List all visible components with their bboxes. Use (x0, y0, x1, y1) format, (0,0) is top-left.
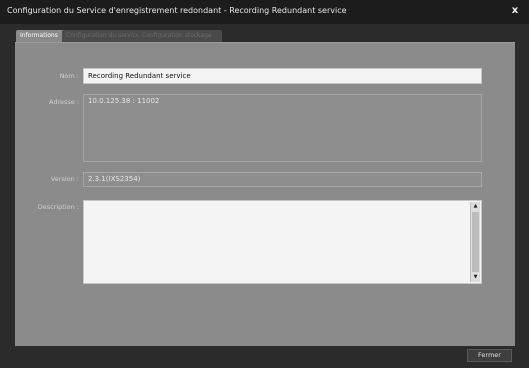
description-scrollbar[interactable]: ▲ ▼ (470, 202, 480, 282)
tab-configuration-service[interactable]: Configuration du service (62, 30, 142, 42)
tab-bar: Informations Configuration du service Co… (16, 30, 316, 42)
tab-configuration-stockage[interactable]: Configuration stockage (138, 30, 222, 42)
description-textarea[interactable]: ▲ ▼ (83, 200, 482, 284)
adresse-label: Adresse : (48, 98, 79, 106)
tab-informations[interactable]: Informations (16, 30, 66, 42)
scroll-thumb[interactable] (472, 212, 479, 272)
scroll-down-icon[interactable]: ▼ (471, 273, 480, 282)
fermer-button[interactable]: Fermer (467, 349, 512, 362)
nom-label: Nom : (59, 72, 79, 80)
informations-panel (15, 42, 515, 346)
close-icon[interactable]: x (509, 5, 521, 17)
version-label: Version : (50, 175, 79, 183)
dialog-window: Configuration du Service d'enregistremen… (0, 0, 529, 368)
title-bar[interactable]: Configuration du Service d'enregistremen… (0, 0, 529, 24)
nom-input[interactable]: Recording Redundant service (83, 68, 482, 84)
adresse-field: 10.0.125.38 : 11002 (83, 94, 482, 162)
description-label: Description : (37, 203, 79, 211)
version-field: 2.3.1(IXS2354) (83, 172, 482, 187)
window-title: Configuration du Service d'enregistremen… (7, 6, 347, 15)
scroll-up-icon[interactable]: ▲ (471, 202, 480, 211)
